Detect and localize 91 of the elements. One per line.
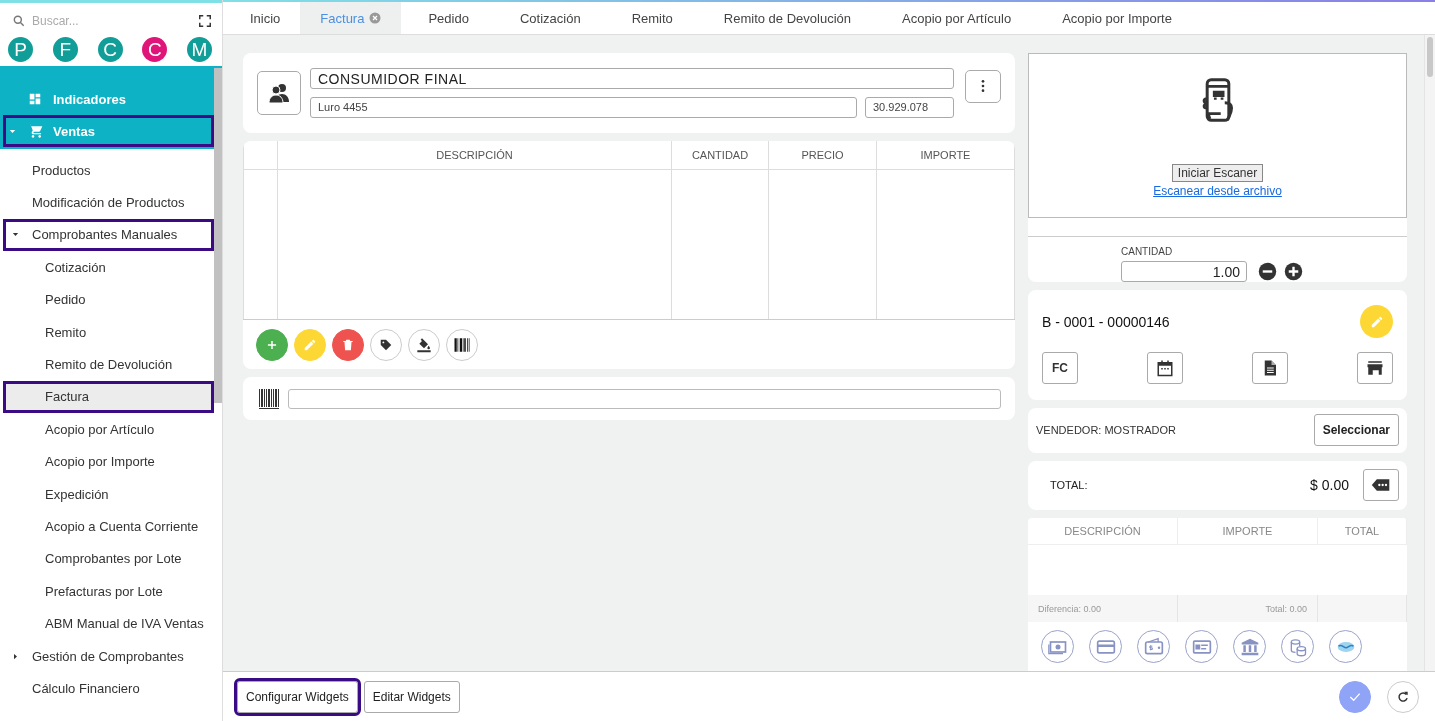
cash-button[interactable]	[1041, 630, 1074, 663]
sidebar-item[interactable]: Comprobantes Manuales	[3, 218, 214, 252]
label-button[interactable]	[1363, 469, 1399, 502]
total-amount: $ 0.00	[1310, 477, 1349, 494]
widget-button[interactable]: Editar Widgets	[363, 680, 460, 713]
difference-text: Diferencia: 0.00	[1028, 595, 1178, 622]
sidebar-item[interactable]: Remito de Devolución	[0, 348, 214, 381]
refresh-icon	[1396, 689, 1410, 704]
calendar-button[interactable]	[1147, 352, 1183, 384]
total-label: TOTAL:	[1050, 479, 1089, 492]
scrollbar[interactable]	[1427, 37, 1433, 77]
paint-bucket-icon	[416, 336, 432, 353]
paint-button[interactable]	[408, 328, 440, 361]
column-header: PRECIO	[768, 141, 877, 169]
sidebar-item[interactable]: Acopio por Artículo	[0, 413, 214, 446]
tab[interactable]: Inicio	[230, 2, 301, 34]
select-button[interactable]: Seleccionar	[1313, 414, 1399, 447]
column-header: IMPORTE	[1178, 518, 1318, 545]
tab[interactable]: Acopio por Artículo	[875, 2, 1036, 34]
trash-icon	[341, 337, 355, 352]
barcode-button[interactable]	[446, 328, 478, 361]
sidebar-item[interactable]: Factura	[3, 380, 214, 414]
scan-from-file-link[interactable]: Escanear desde archivo	[1153, 184, 1282, 198]
bank-button[interactable]	[1233, 630, 1266, 663]
wallet-icon	[1143, 636, 1164, 657]
address-field[interactable]: Luro 4455	[310, 97, 857, 118]
sidebar-item[interactable]: Cálculo Financiero	[0, 672, 214, 705]
tag-icon	[379, 337, 393, 352]
voucher-type-button[interactable]: FC	[1042, 352, 1078, 384]
sidebar-item[interactable]: Gestión de Comprobantes	[0, 639, 214, 673]
sidebar-item[interactable]: Pedido	[0, 283, 214, 316]
tab[interactable]: Acopio por Importe	[1035, 2, 1196, 34]
avatar[interactable]: C	[142, 37, 168, 62]
barcode-icon	[453, 335, 471, 354]
column-header: DESCRIPCIÓN	[1028, 518, 1178, 545]
card-button[interactable]	[1089, 630, 1122, 663]
scrollbar[interactable]	[214, 68, 222, 403]
customer-button[interactable]	[257, 71, 301, 115]
store-button[interactable]	[1357, 352, 1393, 384]
payments-total-text: Total: 0.00	[1178, 595, 1318, 622]
tab[interactable]: Cotización	[492, 2, 605, 34]
tag-button[interactable]	[370, 328, 402, 361]
more-button[interactable]	[965, 69, 1001, 103]
sidebar-item[interactable]: Cotización	[0, 251, 214, 284]
confirm-button[interactable]	[1339, 680, 1371, 713]
coins-button[interactable]	[1281, 630, 1314, 663]
start-scanner-button[interactable]: Iniciar Escaner	[1171, 164, 1264, 182]
tab[interactable]: Remito	[604, 2, 697, 34]
decrease-button[interactable]	[1258, 262, 1277, 281]
close-icon	[369, 12, 382, 24]
quantity-label: CANTIDAD	[1121, 246, 1174, 257]
sidebar-item[interactable]: Acopio a Cuenta Corriente	[0, 510, 214, 543]
sidebar-item[interactable]: Prefacturas por Lote	[0, 575, 214, 608]
barcode-field[interactable]	[288, 388, 1001, 409]
dashboard-icon	[28, 92, 42, 106]
seller-label: VENDEDOR: MOSTRADOR	[1036, 424, 1176, 437]
document-button[interactable]	[1252, 352, 1288, 384]
caret-icon	[11, 651, 20, 661]
tab[interactable]: Pedido	[401, 2, 493, 34]
bank-icon	[1239, 636, 1260, 657]
sidebar-item[interactable]: Productos	[0, 154, 214, 187]
fullscreen-icon	[198, 14, 212, 28]
wallet-button[interactable]	[1137, 630, 1170, 663]
people-icon	[267, 81, 291, 105]
document-field[interactable]: 30.929.078	[865, 97, 954, 118]
delete-button[interactable]	[332, 328, 364, 361]
add-button[interactable]	[256, 328, 288, 361]
increase-button[interactable]	[1284, 262, 1303, 281]
cart-icon	[27, 123, 43, 139]
sidebar-item[interactable]: Expedición	[0, 477, 214, 511]
pencil-icon	[1369, 314, 1384, 329]
pencil-icon	[303, 337, 317, 352]
refresh-button[interactable]	[1387, 680, 1419, 713]
sidebar-item[interactable]: Comprobantes por Lote	[0, 542, 214, 576]
widget-button[interactable]: Configurar Widgets	[237, 680, 358, 713]
search-icon	[12, 14, 26, 28]
column-header: DESCRIPCIÓN	[277, 141, 672, 169]
id-card-button[interactable]	[1185, 630, 1218, 663]
tab[interactable]: Remito de Devolución	[696, 2, 875, 34]
quantity-field[interactable]: 1.00	[1121, 261, 1247, 282]
barcode-icon	[257, 386, 281, 411]
calendar-icon	[1156, 359, 1174, 377]
column-header: TOTAL	[1318, 518, 1407, 545]
sidebar-item[interactable]: Modificación de Productos	[0, 186, 214, 219]
column-header: CANTIDAD	[671, 141, 769, 169]
sidebar-item[interactable]: Remito	[0, 315, 214, 349]
sidebar-item[interactable]: Acopio por Importe	[0, 445, 214, 478]
customer-name-field[interactable]: CONSUMIDOR FINAL	[310, 68, 954, 89]
store-icon	[1366, 359, 1384, 377]
sidebar-item[interactable]: ABM Manual de IVA Ventas	[0, 607, 214, 640]
voucher-number: B - 0001 - 00000146	[1042, 313, 1170, 330]
